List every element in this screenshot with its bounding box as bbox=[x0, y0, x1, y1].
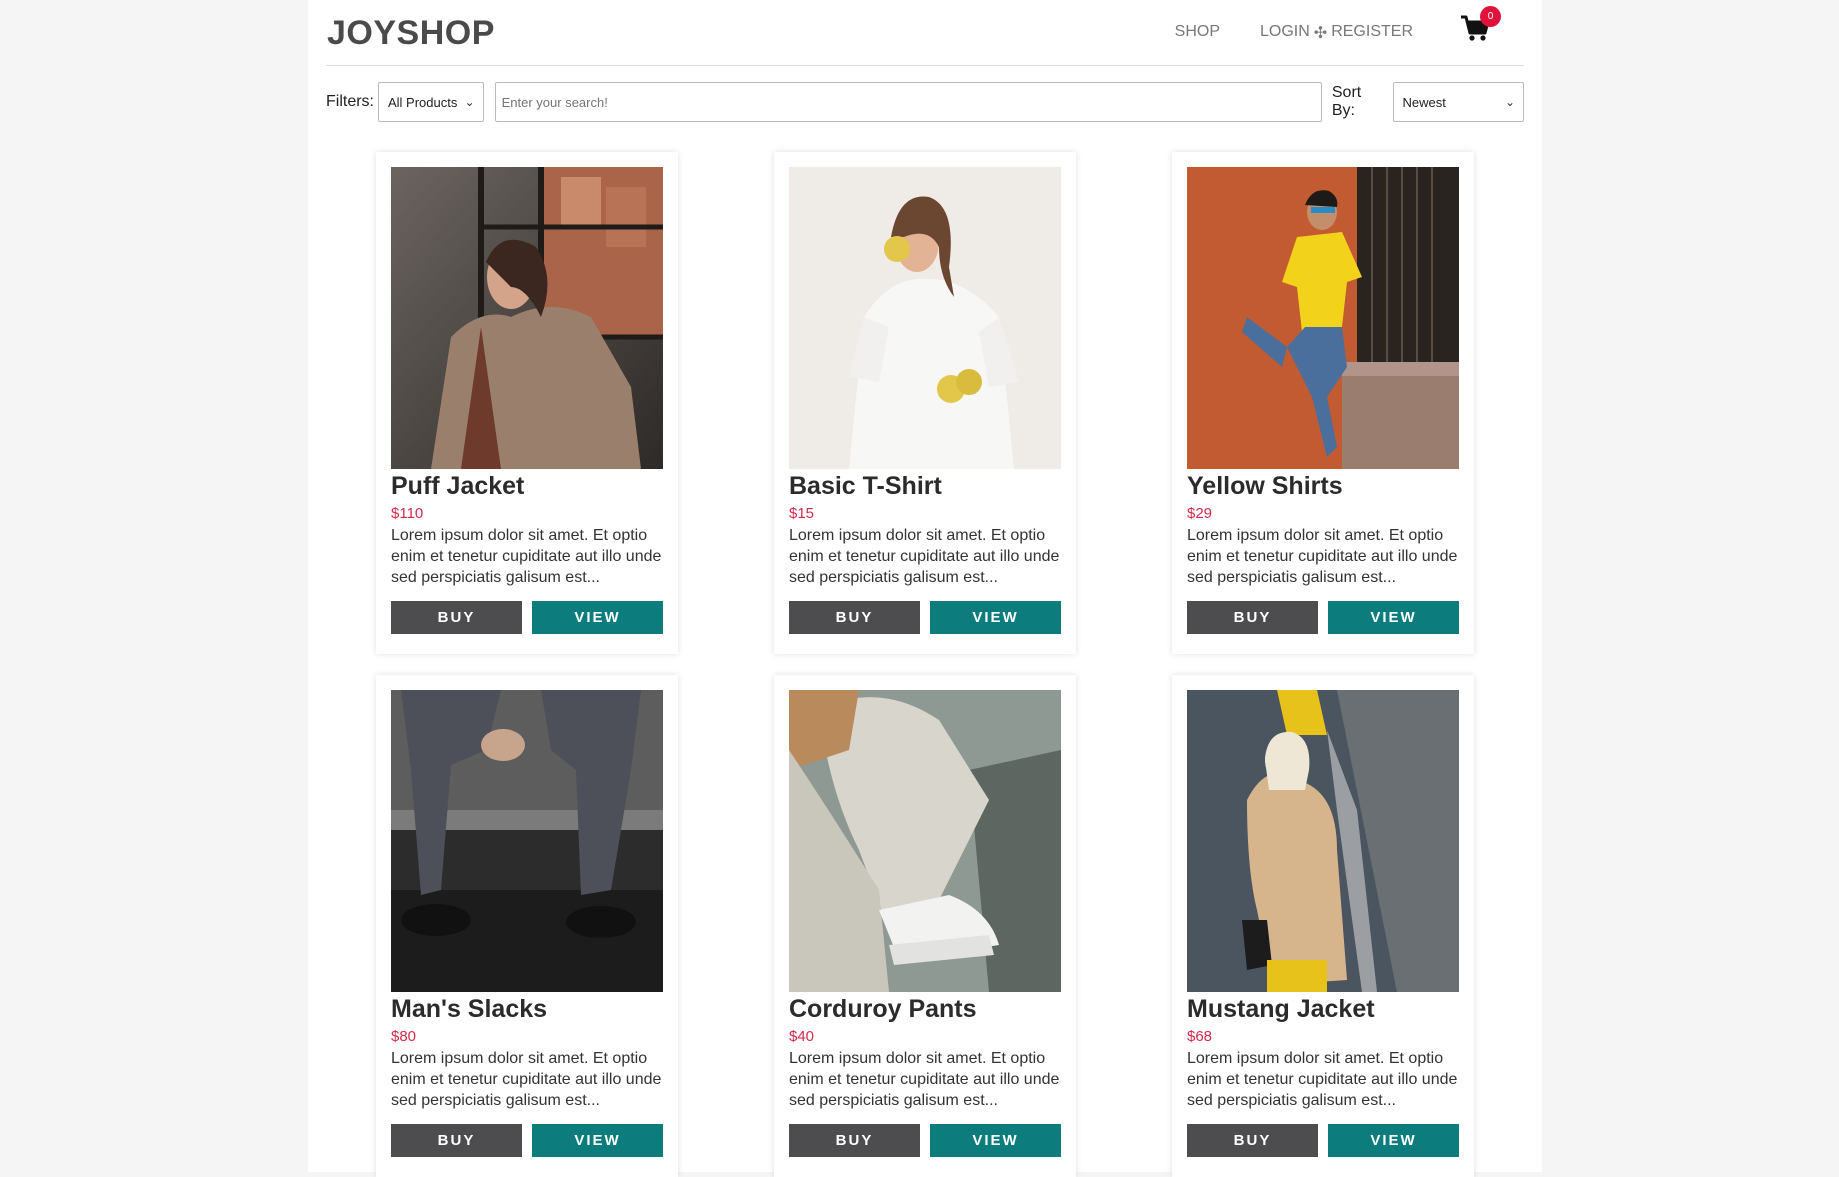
product-card: Puff Jacket $110 Lorem ipsum dolor sit a… bbox=[376, 152, 678, 654]
product-name[interactable]: Mustang Jacket bbox=[1187, 995, 1375, 1024]
page: JOYSHOP SHOP LOGIN ✣ REGISTER 0 Filters:… bbox=[308, 0, 1542, 1177]
category-filter-select[interactable]: All Products ⌄ bbox=[378, 82, 484, 122]
auth-links: LOGIN ✣ REGISTER bbox=[1260, 23, 1413, 43]
buy-button[interactable]: BUY bbox=[391, 601, 522, 634]
buy-button[interactable]: BUY bbox=[789, 1124, 920, 1157]
sort-value: Newest bbox=[1402, 94, 1446, 110]
nav-register-link[interactable]: REGISTER bbox=[1331, 23, 1413, 43]
product-card: Man's Slacks $80 Lorem ipsum dolor sit a… bbox=[376, 675, 678, 1177]
sort-label: Sort By: bbox=[1331, 84, 1362, 119]
buy-button[interactable]: BUY bbox=[1187, 601, 1318, 634]
view-button[interactable]: VIEW bbox=[532, 1124, 663, 1157]
product-name[interactable]: Yellow Shirts bbox=[1187, 472, 1343, 501]
product-image[interactable] bbox=[789, 167, 1061, 469]
view-button[interactable]: VIEW bbox=[930, 601, 1061, 634]
chevron-down-icon: ⌄ bbox=[1504, 95, 1515, 109]
buy-button[interactable]: BUY bbox=[391, 1124, 522, 1157]
view-button[interactable]: VIEW bbox=[930, 1124, 1061, 1157]
product-description: Lorem ipsum dolor sit amet. Et optio eni… bbox=[789, 527, 1060, 586]
product-name[interactable]: Corduroy Pants bbox=[789, 995, 977, 1024]
product-price: $29 bbox=[1187, 505, 1213, 522]
product-image[interactable] bbox=[1187, 690, 1459, 992]
product-price: $68 bbox=[1187, 1028, 1213, 1045]
product-card: Mustang Jacket $68 Lorem ipsum dolor sit… bbox=[1172, 675, 1474, 1177]
view-button[interactable]: VIEW bbox=[1328, 1124, 1459, 1157]
product-description: Lorem ipsum dolor sit amet. Et optio eni… bbox=[1187, 527, 1458, 586]
view-button[interactable]: VIEW bbox=[1328, 601, 1459, 634]
nav-login-link[interactable]: LOGIN bbox=[1260, 23, 1310, 43]
product-description: Lorem ipsum dolor sit amet. Et optio eni… bbox=[1187, 1050, 1458, 1109]
view-button[interactable]: VIEW bbox=[532, 601, 663, 634]
main-nav: SHOP LOGIN ✣ REGISTER bbox=[1175, 23, 1413, 43]
product-price: $40 bbox=[789, 1028, 815, 1045]
site-header: JOYSHOP SHOP LOGIN ✣ REGISTER 0 bbox=[326, 0, 1524, 66]
product-name[interactable]: Man's Slacks bbox=[391, 995, 547, 1024]
product-image[interactable] bbox=[789, 690, 1061, 992]
chevron-down-icon: ⌄ bbox=[464, 95, 475, 109]
search-input[interactable] bbox=[494, 82, 1322, 122]
product-name[interactable]: Puff Jacket bbox=[391, 472, 524, 501]
cart-count-badge: 0 bbox=[1480, 6, 1501, 27]
product-name[interactable]: Basic T-Shirt bbox=[789, 472, 942, 501]
filters-label: Filters: bbox=[326, 93, 374, 110]
product-description: Lorem ipsum dolor sit amet. Et optio eni… bbox=[789, 1050, 1060, 1109]
sort-select[interactable]: Newest ⌄ bbox=[1392, 82, 1524, 122]
product-image[interactable] bbox=[1187, 167, 1459, 469]
product-image[interactable] bbox=[391, 167, 663, 469]
category-filter-value: All Products bbox=[388, 94, 458, 110]
product-price: $15 bbox=[789, 505, 815, 522]
product-price: $110 bbox=[391, 505, 424, 522]
cart-button[interactable]: 0 bbox=[1460, 6, 1501, 46]
product-card: Corduroy Pants $40 Lorem ipsum dolor sit… bbox=[774, 675, 1076, 1177]
product-description: Lorem ipsum dolor sit amet. Et optio eni… bbox=[391, 1050, 662, 1109]
product-card: Basic T-Shirt $15 Lorem ipsum dolor sit … bbox=[774, 152, 1076, 654]
buy-button[interactable]: BUY bbox=[1187, 1124, 1318, 1157]
logo[interactable]: JOYSHOP bbox=[327, 14, 495, 53]
product-card: Yellow Shirts $29 Lorem ipsum dolor sit … bbox=[1172, 152, 1474, 654]
nav-separator: ✣ bbox=[1313, 25, 1328, 42]
nav-shop-link[interactable]: SHOP bbox=[1175, 23, 1220, 43]
buy-button[interactable]: BUY bbox=[789, 601, 920, 634]
filter-toolbar: Filters: All Products ⌄ Sort By: Newest … bbox=[326, 82, 1524, 122]
product-description: Lorem ipsum dolor sit amet. Et optio eni… bbox=[391, 527, 662, 586]
product-image[interactable] bbox=[391, 690, 663, 992]
product-price: $80 bbox=[391, 1028, 417, 1045]
